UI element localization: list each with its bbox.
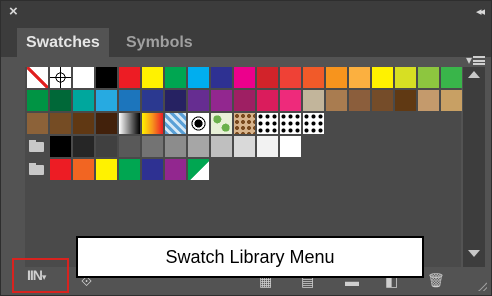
color-swatch[interactable] <box>418 90 439 111</box>
pattern-check-swatch[interactable] <box>165 113 186 134</box>
scrollbar[interactable] <box>463 67 485 267</box>
color-swatch[interactable] <box>27 113 48 134</box>
color-swatch[interactable] <box>418 67 439 88</box>
color-swatch[interactable] <box>50 159 71 180</box>
color-swatch[interactable] <box>96 159 117 180</box>
color-swatch[interactable] <box>372 67 393 88</box>
color-swatch[interactable] <box>119 67 140 88</box>
color-swatch[interactable] <box>142 90 163 111</box>
color-swatch[interactable] <box>349 67 370 88</box>
pattern-circle-swatch[interactable] <box>188 113 209 134</box>
panel-titlebar: × ◂◂ <box>1 1 491 23</box>
library-icon: IIN▾ <box>27 267 47 283</box>
menu-icon <box>473 56 485 66</box>
color-swatch[interactable] <box>119 90 140 111</box>
color-swatch[interactable] <box>73 159 94 180</box>
color-swatch[interactable] <box>211 136 232 157</box>
folder-icon[interactable] <box>27 136 48 157</box>
color-swatch[interactable] <box>73 136 94 157</box>
color-swatch[interactable] <box>73 67 94 88</box>
resize-grip-icon[interactable] <box>478 282 487 291</box>
color-swatch[interactable] <box>441 90 462 111</box>
color-swatch[interactable] <box>96 113 117 134</box>
color-swatch[interactable] <box>96 90 117 111</box>
pattern-dots-swatch[interactable] <box>257 113 278 134</box>
color-swatch[interactable] <box>73 113 94 134</box>
color-swatch[interactable] <box>234 136 255 157</box>
color-swatch[interactable] <box>257 90 278 111</box>
color-swatch[interactable] <box>280 136 301 157</box>
color-swatch[interactable] <box>165 90 186 111</box>
chevron-down-icon: ▾ <box>465 53 472 67</box>
none-swatch[interactable] <box>27 67 48 88</box>
color-swatch[interactable] <box>395 67 416 88</box>
color-swatch[interactable] <box>27 90 48 111</box>
collapse-icon[interactable]: ◂◂ <box>476 4 485 20</box>
pattern-brown-swatch[interactable] <box>234 113 255 134</box>
panel-menu-button[interactable]: ▾ <box>466 53 485 67</box>
folder-shape <box>29 165 44 175</box>
grad-yellow-swatch[interactable] <box>142 113 163 134</box>
color-swatch[interactable] <box>326 67 347 88</box>
color-swatch[interactable] <box>50 113 71 134</box>
registration-swatch[interactable] <box>50 67 71 88</box>
trash-icon[interactable]: 🗑 <box>427 271 445 289</box>
color-swatch[interactable] <box>119 159 140 180</box>
tooltip: Swatch Library Menu <box>76 236 424 278</box>
color-swatch[interactable] <box>165 136 186 157</box>
color-swatch[interactable] <box>234 67 255 88</box>
color-swatch[interactable] <box>326 90 347 111</box>
tab-bar: Swatches Symbols ▾ <box>1 23 491 67</box>
color-swatch[interactable] <box>142 136 163 157</box>
scroll-up-icon[interactable] <box>468 71 480 78</box>
color-swatch[interactable] <box>142 67 163 88</box>
color-swatch[interactable] <box>165 159 186 180</box>
color-swatch[interactable] <box>441 67 462 88</box>
color-swatch[interactable] <box>50 90 71 111</box>
color-swatch[interactable] <box>303 90 324 111</box>
grad-white-swatch[interactable] <box>119 113 140 134</box>
folder-icon[interactable] <box>27 159 48 180</box>
color-swatch[interactable] <box>303 67 324 88</box>
color-swatch[interactable] <box>234 90 255 111</box>
scroll-down-icon[interactable] <box>468 250 480 257</box>
color-swatch[interactable] <box>372 90 393 111</box>
pattern-dots-swatch[interactable] <box>303 113 324 134</box>
color-swatch[interactable] <box>188 90 209 111</box>
color-swatch[interactable] <box>395 90 416 111</box>
tab-swatches[interactable]: Swatches <box>17 28 109 57</box>
color-swatch[interactable] <box>96 136 117 157</box>
color-swatch[interactable] <box>188 136 209 157</box>
color-swatch[interactable] <box>280 67 301 88</box>
color-swatch[interactable] <box>73 90 94 111</box>
color-swatch[interactable] <box>188 67 209 88</box>
pattern-leaf-swatch[interactable] <box>211 113 232 134</box>
color-swatch[interactable] <box>119 136 140 157</box>
close-icon[interactable]: × <box>9 3 18 21</box>
tab-symbols[interactable]: Symbols <box>117 28 202 57</box>
process-corner-swatch[interactable] <box>188 159 209 180</box>
color-swatch[interactable] <box>257 136 278 157</box>
color-swatch[interactable] <box>96 67 117 88</box>
color-swatch[interactable] <box>142 159 163 180</box>
swatch-library-menu-button[interactable]: IIN▾ <box>12 258 69 293</box>
pattern-dots-swatch[interactable] <box>280 113 301 134</box>
color-swatch[interactable] <box>211 67 232 88</box>
color-swatch[interactable] <box>257 67 278 88</box>
folder-shape <box>29 142 44 152</box>
color-swatch[interactable] <box>165 67 186 88</box>
color-swatch[interactable] <box>50 136 71 157</box>
color-swatch[interactable] <box>280 90 301 111</box>
color-swatch[interactable] <box>211 90 232 111</box>
color-swatch[interactable] <box>349 90 370 111</box>
